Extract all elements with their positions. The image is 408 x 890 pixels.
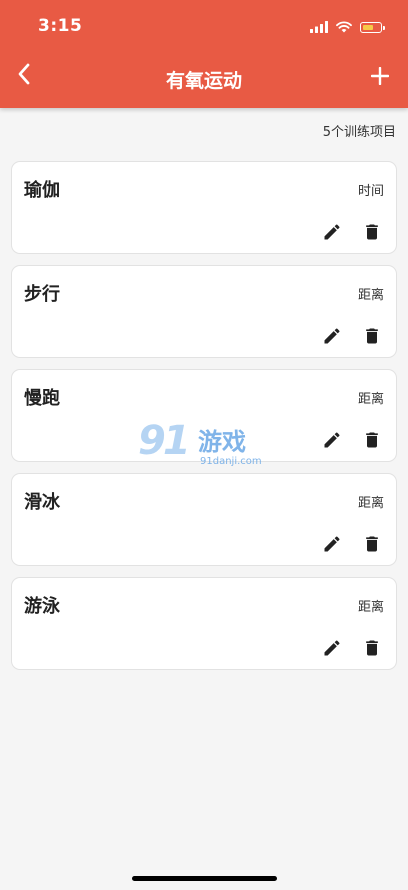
card-actions — [321, 429, 383, 451]
exercise-type: 距离 — [357, 496, 384, 511]
exercise-card[interactable]: 瑜伽 时间 — [11, 161, 397, 254]
trash-icon — [366, 536, 378, 552]
exercise-type: 距离 — [357, 288, 384, 303]
battery-icon — [360, 22, 385, 33]
status-icons — [310, 18, 385, 37]
delete-button[interactable] — [361, 221, 383, 243]
exercise-card[interactable]: 滑冰 距离 — [11, 473, 397, 566]
exercise-name: 滑冰 — [24, 492, 60, 513]
status-bar: 3:15 — [0, 0, 408, 52]
exercise-type: 时间 — [357, 184, 384, 199]
home-indicator — [132, 876, 277, 881]
add-exercise-button[interactable] — [366, 64, 394, 92]
status-time: 3:15 — [38, 16, 83, 36]
signal-icon — [310, 18, 328, 37]
exercise-list: 瑜伽 时间 步行 距离 慢跑 距离 滑冰 距离 游泳 距离 — [11, 161, 397, 681]
plus-icon — [370, 66, 390, 89]
exercise-type: 距离 — [357, 600, 384, 615]
card-actions — [321, 533, 383, 555]
card-actions — [321, 221, 383, 243]
exercise-name: 瑜伽 — [24, 180, 60, 201]
pencil-icon — [324, 432, 340, 448]
exercise-card[interactable]: 慢跑 距离 — [11, 369, 397, 462]
trash-icon — [366, 224, 378, 240]
trash-icon — [366, 432, 378, 448]
card-actions — [321, 637, 383, 659]
edit-button[interactable] — [321, 325, 343, 347]
delete-button[interactable] — [361, 637, 383, 659]
app-header: 3:15 有氧运动 — [0, 0, 408, 108]
trash-icon — [366, 328, 378, 344]
pencil-icon — [324, 536, 340, 552]
delete-button[interactable] — [361, 429, 383, 451]
edit-button[interactable] — [321, 429, 343, 451]
pencil-icon — [324, 640, 340, 656]
exercise-card[interactable]: 游泳 距离 — [11, 577, 397, 670]
pencil-icon — [324, 224, 340, 240]
edit-button[interactable] — [321, 637, 343, 659]
pencil-icon — [324, 328, 340, 344]
exercise-card[interactable]: 步行 距离 — [11, 265, 397, 358]
exercise-count: 5个训练项目 — [322, 125, 396, 140]
exercise-name: 步行 — [24, 284, 60, 305]
wifi-icon — [336, 18, 352, 37]
exercise-name: 游泳 — [24, 596, 60, 617]
delete-button[interactable] — [361, 325, 383, 347]
exercise-name: 慢跑 — [24, 388, 60, 409]
edit-button[interactable] — [321, 533, 343, 555]
delete-button[interactable] — [361, 533, 383, 555]
card-actions — [321, 325, 383, 347]
trash-icon — [366, 640, 378, 656]
nav-bar: 有氧运动 — [0, 52, 408, 108]
page-title: 有氧运动 — [165, 70, 242, 92]
edit-button[interactable] — [321, 221, 343, 243]
exercise-type: 距离 — [357, 392, 384, 407]
